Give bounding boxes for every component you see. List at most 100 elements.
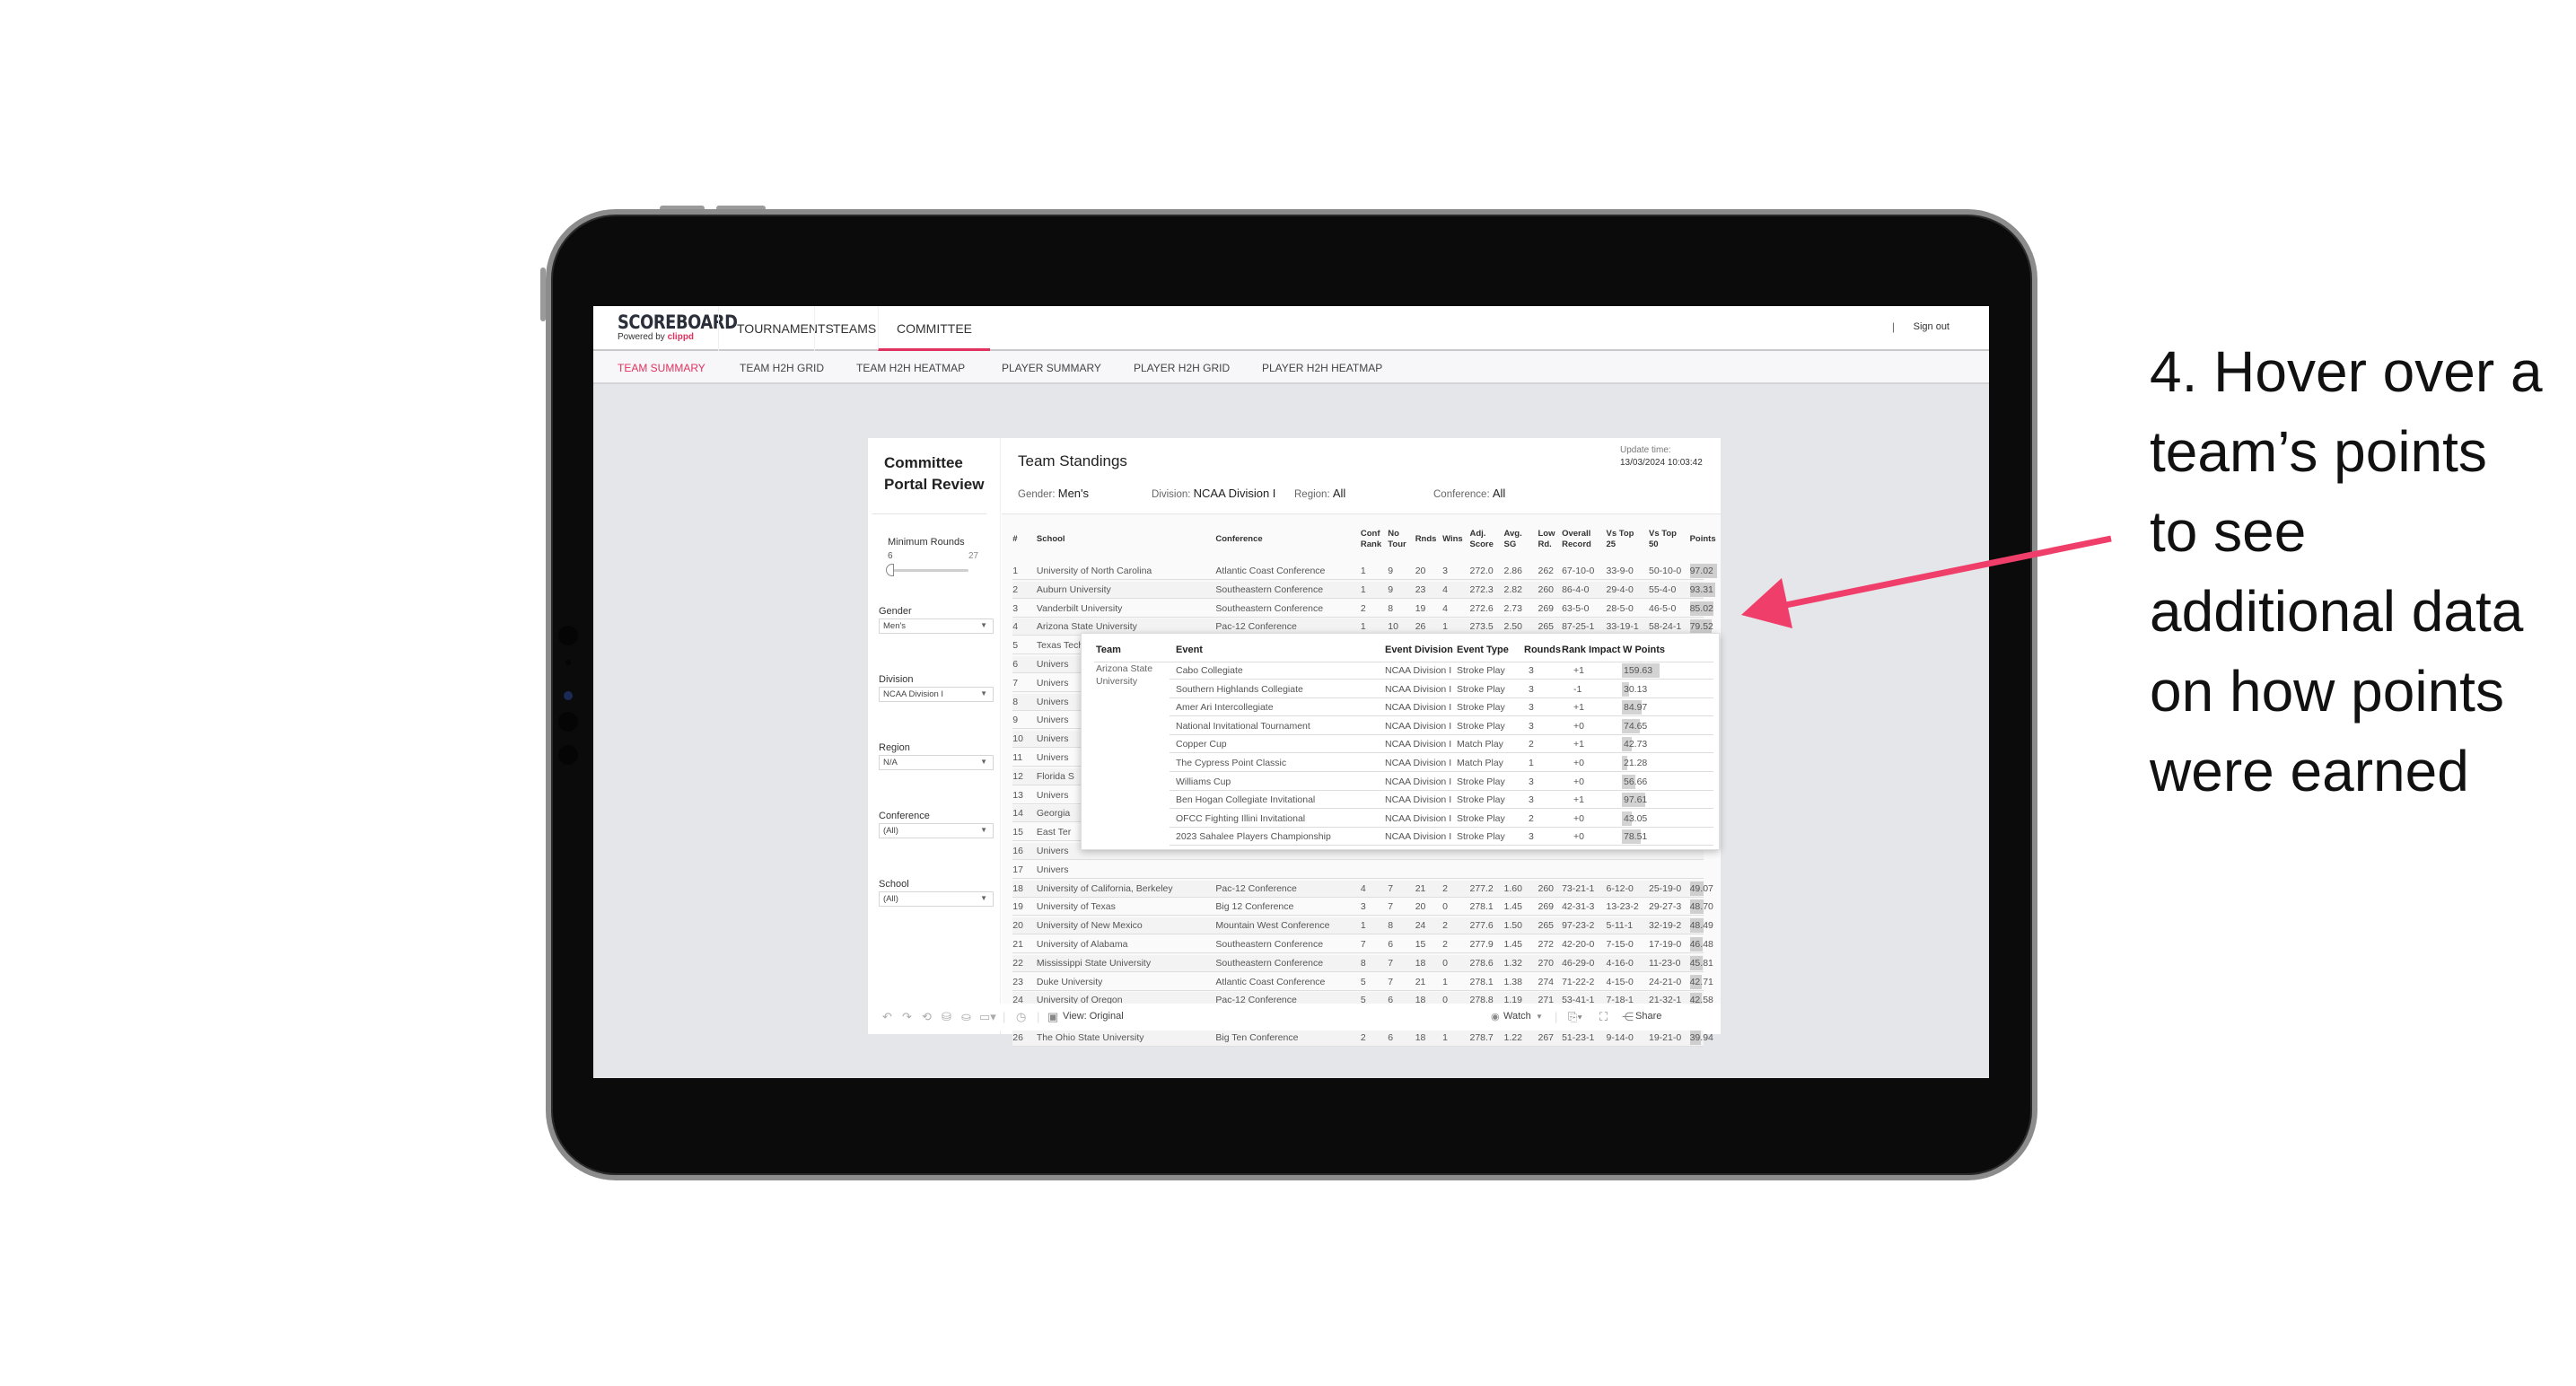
school-select[interactable]: (All) ▼ <box>879 891 994 907</box>
column-header[interactable]: No Tour <box>1388 529 1406 550</box>
column-header[interactable]: Conference <box>1215 534 1262 545</box>
metrics-icon[interactable]: ◷ <box>1016 1010 1026 1024</box>
summary-label: Division: <box>1152 489 1194 500</box>
highlight-icon[interactable]: ▭▾ <box>979 1010 996 1024</box>
cell-top50: 11-23-0 <box>1649 957 1681 969</box>
revert-icon[interactable]: ⟲ <box>922 1010 932 1024</box>
tab-team-h2h-grid[interactable]: TEAM H2H GRID <box>740 362 824 374</box>
tooltip-cell-event: National Invitational Tournament <box>1176 720 1310 732</box>
tab-player-h2h-grid[interactable]: PLAYER H2H GRID <box>1134 362 1230 374</box>
column-header[interactable]: Overall Record <box>1562 529 1591 550</box>
cell-adj: 278.6 <box>1469 957 1494 969</box>
column-header[interactable]: Points <box>1690 534 1716 545</box>
share-button[interactable]: Share <box>1635 1011 1661 1022</box>
table-row[interactable]: 19 University of Texas Big 12 Conference 3 7… <box>1012 899 1713 917</box>
cell-school: Univers <box>1036 715 1069 726</box>
tooltip-cell-points: 30.13 <box>1624 683 1648 695</box>
view-icon[interactable]: ▣ <box>1047 1010 1058 1024</box>
tooltip-cell-points: 78.51 <box>1624 831 1648 843</box>
table-row[interactable]: 18 University of California, Berkeley Pac-… <box>1012 880 1713 898</box>
cell-points[interactable]: 45.81 <box>1690 958 1713 969</box>
refresh-data-icon[interactable]: ⛁ <box>942 1010 951 1024</box>
cell-low: 265 <box>1538 621 1555 633</box>
cell-rnds: 18 <box>1415 957 1426 969</box>
table-row[interactable]: 21 University of Alabama Southeastern Conf… <box>1012 936 1713 953</box>
summary-label: Gender: <box>1018 489 1058 500</box>
cell-rank: 6 <box>1012 659 1019 670</box>
cell-wins: 1 <box>1442 976 1448 987</box>
table-row[interactable]: 20 University of New Mexico Mountain West … <box>1012 917 1713 935</box>
table-row[interactable]: 22 Mississippi State University Southeaste… <box>1012 954 1713 972</box>
column-header[interactable]: Vs Top 25 <box>1607 529 1634 550</box>
column-header[interactable]: Wins <box>1442 534 1463 545</box>
chevron-down-icon: ▼ <box>980 826 987 834</box>
table-row[interactable]: 23 Duke University Atlantic Coast Conferen… <box>1012 974 1713 991</box>
column-header[interactable]: # <box>1012 534 1017 545</box>
tab-team-summary[interactable]: TEAM SUMMARY <box>618 362 705 374</box>
table-row[interactable]: 17 Univers <box>1012 862 1704 879</box>
watch-button[interactable]: Watch <box>1503 1011 1531 1022</box>
min-rounds-slider[interactable] <box>889 569 968 572</box>
cell-no-tour: 7 <box>1388 976 1394 987</box>
redo-icon[interactable]: ↷ <box>902 1010 912 1024</box>
column-header[interactable]: Conf Rank <box>1361 529 1381 550</box>
nav-committee[interactable]: COMMITTEE <box>878 306 990 351</box>
annotation-line: to see <box>2150 499 2307 564</box>
cell-points[interactable]: 48.49 <box>1690 920 1713 931</box>
cell-school: Florida S <box>1036 770 1074 782</box>
division-select[interactable]: NCAA Division I ▼ <box>879 687 994 702</box>
cell-top25: 4-15-0 <box>1606 976 1634 987</box>
region-select[interactable]: N/A ▼ <box>879 755 994 770</box>
tab-player-summary[interactable]: PLAYER SUMMARY <box>1002 362 1101 374</box>
tab-player-h2h-heatmap[interactable]: PLAYER H2H HEATMAP <box>1262 362 1382 374</box>
tooltip-cell-division: NCAA Division I <box>1385 702 1452 714</box>
cell-school: Georgia <box>1036 808 1071 820</box>
min-rounds-slider-handle[interactable] <box>886 564 894 576</box>
tab-team-h2h-heatmap[interactable]: TEAM H2H HEATMAP <box>856 362 965 374</box>
cell-top25: 29-4-0 <box>1606 583 1634 595</box>
download-icon[interactable]: ⎘▾ <box>1568 1010 1582 1024</box>
table-row[interactable]: 26 The Ohio State University Big Ten Confe… <box>1012 1030 1713 1047</box>
table-row[interactable]: 3 Vanderbilt University Southeastern Confe… <box>1012 601 1713 618</box>
column-header[interactable]: School <box>1037 534 1065 545</box>
cell-conf-rank: 1 <box>1360 621 1366 633</box>
conference-select[interactable]: (All) ▼ <box>879 823 994 838</box>
tooltip-cell-event: Copper Cup <box>1176 739 1227 750</box>
cell-points[interactable]: 97.02 <box>1690 566 1713 576</box>
gender-select[interactable]: Men's ▼ <box>879 618 994 634</box>
cell-low: 272 <box>1538 939 1555 950</box>
separator: | <box>1555 1010 1558 1023</box>
tooltip-cell-points: 56.66 <box>1624 776 1648 787</box>
column-header[interactable]: Rnds <box>1415 534 1437 545</box>
cell-points[interactable]: 48.70 <box>1690 901 1713 912</box>
pause-updates-icon[interactable]: ⛀ <box>961 1010 971 1024</box>
cell-points[interactable]: 93.31 <box>1690 584 1713 595</box>
table-row[interactable]: 1 University of North Carolina Atlantic Co… <box>1012 563 1717 580</box>
tooltip-cell-points: 43.05 <box>1624 812 1648 824</box>
cell-points[interactable]: 46.48 <box>1690 939 1713 950</box>
cell-top25: 6-12-0 <box>1606 882 1634 894</box>
undo-icon[interactable]: ↶ <box>882 1010 892 1024</box>
view-original-button[interactable]: View: Original <box>1063 1011 1124 1022</box>
cell-points[interactable]: 49.07 <box>1690 883 1713 894</box>
column-header[interactable]: Vs Top 50 <box>1649 529 1677 550</box>
fullscreen-icon[interactable]: ⛶ <box>1599 1010 1608 1024</box>
table-row[interactable]: 2 Auburn University Southeastern Conferenc… <box>1012 581 1716 599</box>
cell-sg: 1.45 <box>1503 939 1522 950</box>
cell-conf: Southeastern Conference <box>1215 583 1324 595</box>
column-header[interactable]: Low Rd. <box>1538 529 1555 550</box>
cell-points[interactable]: 42.71 <box>1690 977 1713 987</box>
cell-points[interactable]: 39.94 <box>1690 1032 1713 1043</box>
cell-top25: 28-5-0 <box>1606 602 1634 614</box>
column-header[interactable]: Avg. SG <box>1504 529 1522 550</box>
cell-points[interactable]: 79.52 <box>1690 621 1713 632</box>
tooltip-row: 2023 Sahalee Players Championship NCAA Di… <box>1170 829 1713 847</box>
portal-title: Committee Portal Review <box>884 452 985 496</box>
cell-top25: 4-16-0 <box>1606 957 1634 969</box>
share-icon: ⋲ <box>1622 1010 1634 1023</box>
cell-wins: 4 <box>1442 583 1448 595</box>
sign-out-link[interactable]: Sign out <box>1914 321 1950 332</box>
cell-school: Univers <box>1036 677 1069 689</box>
column-header[interactable]: Adj. Score <box>1470 529 1494 550</box>
cell-points[interactable]: 85.02 <box>1690 603 1713 614</box>
